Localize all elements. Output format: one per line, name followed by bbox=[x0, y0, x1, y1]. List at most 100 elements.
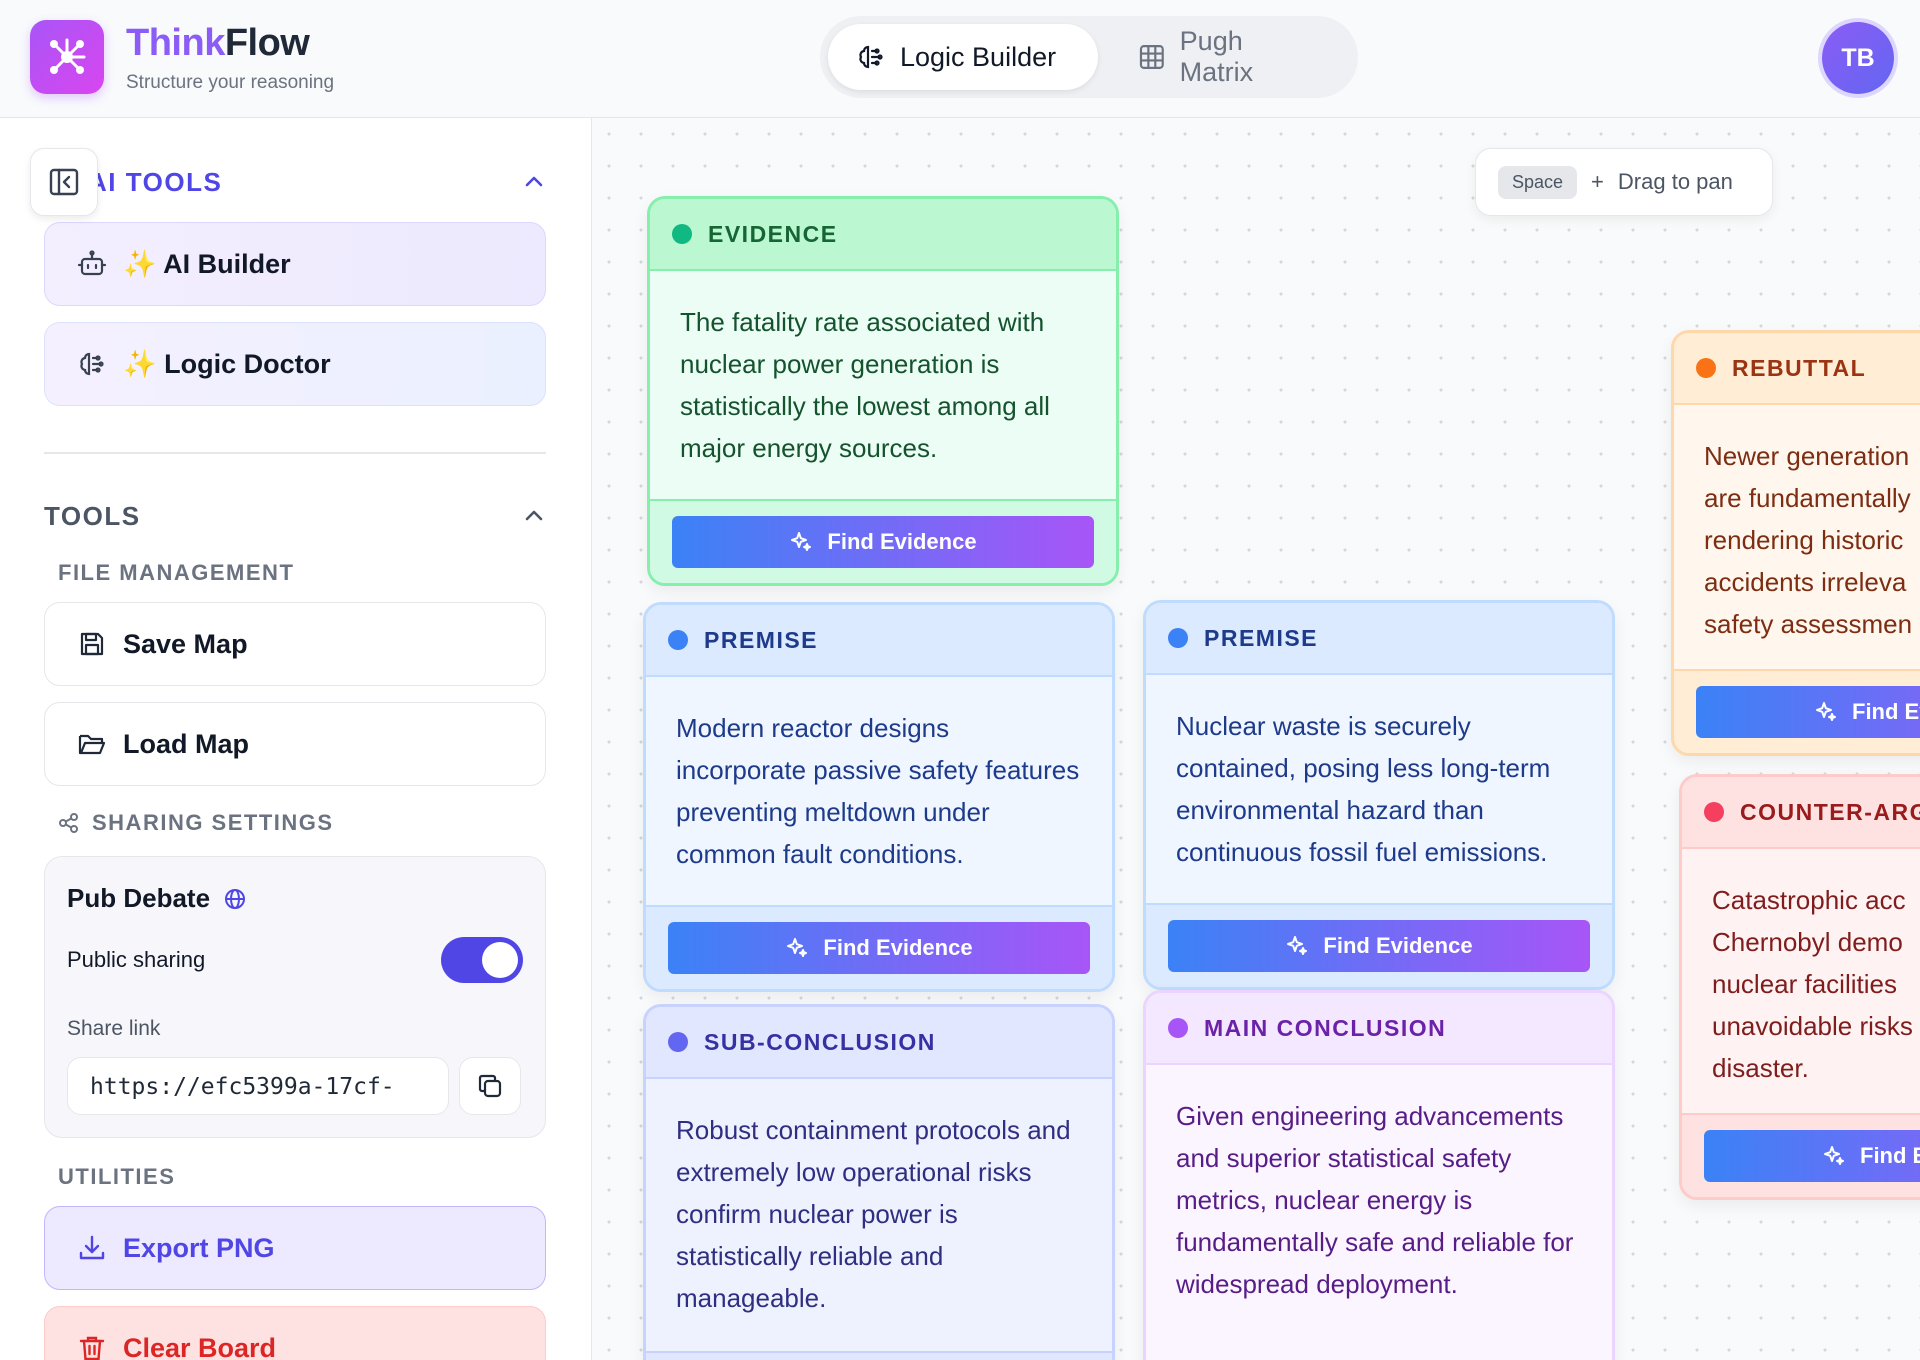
ai-tools-header[interactable]: AI TOOLS bbox=[44, 162, 546, 202]
find-evidence-label: Find E bbox=[1860, 1143, 1920, 1168]
node-text[interactable]: Catastrophic acc Chernobyl demo nuclear … bbox=[1682, 849, 1920, 1113]
load-map-label: Load Map bbox=[123, 728, 249, 759]
rebuttal-node[interactable]: REBUTTAL Newer generation are fundamenta… bbox=[1671, 330, 1920, 756]
node-header: PREMISE bbox=[646, 605, 1112, 677]
node-header: SUB-CONCLUSION bbox=[646, 1007, 1112, 1079]
grid-icon bbox=[1139, 45, 1164, 69]
sharing-card: Pub Debate Public sharing Share link htt… bbox=[44, 856, 546, 1138]
share-link-field[interactable]: https://efc5399a-17cf- bbox=[67, 1057, 449, 1115]
sub-conclusion-node[interactable]: SUB-CONCLUSION Robust containment protoc… bbox=[643, 1004, 1115, 1360]
public-sharing-toggle[interactable] bbox=[441, 937, 523, 983]
brain-icon bbox=[859, 45, 883, 69]
clear-board-label: Clear Board bbox=[123, 1332, 277, 1360]
node-header: COUNTER-ARG bbox=[1682, 777, 1920, 849]
copy-link-button[interactable] bbox=[459, 1057, 521, 1115]
network-icon bbox=[50, 38, 86, 74]
ai-builder-button[interactable]: ✨ AI Builder bbox=[44, 222, 546, 306]
node-type-label: SUB-CONCLUSION bbox=[704, 1028, 936, 1055]
main-conclusion-node[interactable]: MAIN CONCLUSION Given engineering advanc… bbox=[1143, 990, 1615, 1360]
node-footer: Find Evidence bbox=[650, 499, 1116, 583]
share-link-label: Share link bbox=[67, 1017, 161, 1040]
node-text[interactable]: The fatality rate associated with nuclea… bbox=[650, 271, 1116, 499]
logic-doctor-button[interactable]: ✨ Logic Doctor bbox=[44, 322, 546, 406]
node-text[interactable]: Newer generation are fundamentally rende… bbox=[1674, 405, 1920, 669]
logic-canvas[interactable]: Space + Drag to pan EVIDENCE The fatalit… bbox=[593, 118, 1920, 1360]
chevron-up-icon bbox=[525, 510, 543, 521]
counter-argument-node[interactable]: COUNTER-ARG Catastrophic acc Chernobyl d… bbox=[1679, 774, 1920, 1200]
toggle-knob bbox=[482, 942, 518, 978]
sidebar: AI TOOLS ✨ AI Builder ✨ Logic Doctor TOO… bbox=[0, 118, 592, 1360]
brand-name: ThinkFlow bbox=[126, 22, 310, 65]
collapse-sidebar-button[interactable] bbox=[30, 148, 98, 216]
sharing-settings-label: SHARING SETTINGS bbox=[92, 810, 334, 835]
find-evidence-label: Find Evidence bbox=[823, 935, 973, 960]
chevron-up-icon bbox=[525, 176, 543, 187]
type-dot bbox=[672, 224, 692, 244]
node-text[interactable]: Given engineering advancements and super… bbox=[1146, 1065, 1612, 1327]
node-footer bbox=[646, 1351, 1112, 1360]
plus-sign: + bbox=[1591, 169, 1604, 194]
app-logo[interactable] bbox=[30, 20, 104, 94]
tools-title: TOOLS bbox=[44, 500, 141, 531]
share-map-name-row: Pub Debate bbox=[67, 883, 246, 914]
app-header: ThinkFlow Structure your reasoning Logic… bbox=[0, 0, 1920, 118]
trash-icon bbox=[79, 1336, 105, 1360]
node-footer: Find Evidence bbox=[646, 905, 1112, 989]
find-evidence-label: Find Ev bbox=[1852, 699, 1920, 724]
find-evidence-button[interactable]: Find Evidence bbox=[1168, 920, 1590, 972]
share-map-name: Pub Debate bbox=[67, 883, 211, 913]
save-icon bbox=[80, 632, 104, 656]
tab-logic-builder[interactable]: Logic Builder bbox=[828, 24, 1098, 90]
node-footer: Find E bbox=[1682, 1113, 1920, 1197]
type-dot bbox=[1704, 802, 1724, 822]
node-type-label: EVIDENCE bbox=[708, 220, 838, 247]
tools-header[interactable]: TOOLS bbox=[44, 496, 546, 536]
find-evidence-button[interactable]: Find E bbox=[1704, 1130, 1920, 1182]
export-png-label: Export PNG bbox=[123, 1232, 275, 1263]
premise-node[interactable]: PREMISE Modern reactor designs incorpora… bbox=[643, 602, 1115, 992]
tab-pugh-matrix-label: Pugh Matrix bbox=[1179, 26, 1254, 87]
type-dot bbox=[1696, 358, 1716, 378]
load-map-button[interactable]: Load Map bbox=[44, 702, 546, 786]
section-divider bbox=[44, 452, 546, 454]
user-avatar[interactable]: TB bbox=[1822, 22, 1894, 94]
folder-open-icon bbox=[78, 734, 106, 755]
export-png-button[interactable]: Export PNG bbox=[44, 1206, 546, 1290]
sparkle-icon bbox=[1287, 936, 1308, 955]
type-dot bbox=[1168, 1018, 1188, 1038]
evidence-node[interactable]: EVIDENCE The fatality rate associated wi… bbox=[647, 196, 1119, 586]
find-evidence-label: Find Evidence bbox=[1323, 933, 1473, 958]
public-sharing-label: Public sharing bbox=[67, 947, 206, 972]
clear-board-button[interactable]: Clear Board bbox=[44, 1306, 546, 1360]
logic-doctor-label: ✨ Logic Doctor bbox=[123, 349, 331, 379]
node-text[interactable]: Nuclear waste is securely contained, pos… bbox=[1146, 675, 1612, 903]
copy-icon bbox=[478, 1074, 502, 1098]
tab-pugh-matrix[interactable]: Pugh Matrix bbox=[1110, 24, 1350, 90]
sparkle-icon bbox=[791, 532, 812, 551]
share-icon bbox=[59, 813, 78, 833]
find-evidence-label: Find Evidence bbox=[827, 529, 977, 554]
node-text[interactable]: Modern reactor designs incorporate passi… bbox=[646, 677, 1112, 905]
sharing-settings-heading: SHARING SETTINGS bbox=[58, 810, 334, 836]
panel-collapse-icon bbox=[49, 168, 79, 196]
sparkle-icon bbox=[1816, 702, 1836, 721]
save-map-button[interactable]: Save Map bbox=[44, 602, 546, 686]
save-map-label: Save Map bbox=[123, 628, 248, 659]
node-text[interactable]: Robust containment protocols and extreme… bbox=[646, 1079, 1112, 1351]
node-type-label: COUNTER-ARG bbox=[1740, 798, 1920, 825]
find-evidence-button[interactable]: Find Evidence bbox=[672, 516, 1094, 568]
find-evidence-button[interactable]: Find Ev bbox=[1696, 686, 1920, 738]
download-icon bbox=[79, 1235, 105, 1260]
node-type-label: PREMISE bbox=[704, 626, 819, 653]
space-key: Space bbox=[1498, 165, 1578, 199]
tagline: Structure your reasoning bbox=[126, 72, 335, 93]
find-evidence-button[interactable]: Find Evidence bbox=[668, 922, 1090, 974]
robot-icon bbox=[77, 250, 107, 276]
ai-builder-label: ✨ AI Builder bbox=[123, 249, 291, 279]
type-dot bbox=[1168, 628, 1188, 648]
node-type-label: MAIN CONCLUSION bbox=[1204, 1014, 1447, 1041]
file-management-heading: FILE MANAGEMENT bbox=[58, 560, 295, 585]
premise-node[interactable]: PREMISE Nuclear waste is securely contai… bbox=[1143, 600, 1615, 990]
sparkle-icon bbox=[787, 938, 808, 957]
type-dot bbox=[668, 630, 688, 650]
